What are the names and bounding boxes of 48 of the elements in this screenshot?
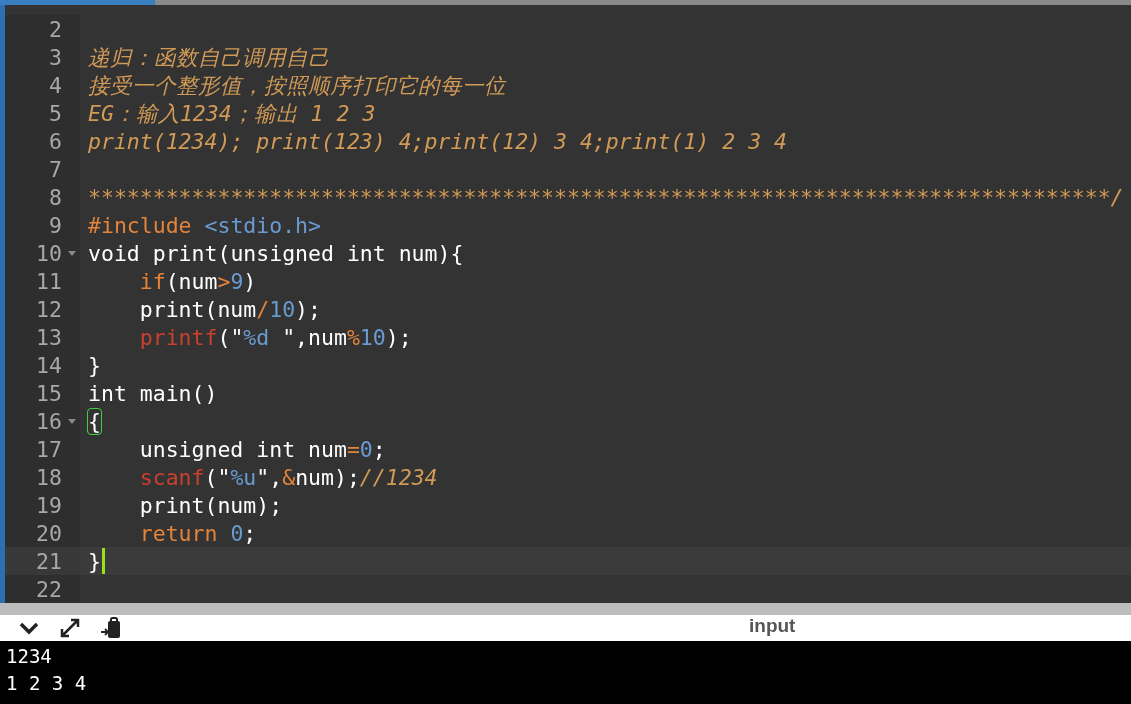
line-number: 8	[49, 184, 62, 210]
line-number: 13	[36, 324, 62, 350]
line-number: 17	[36, 436, 62, 462]
chevron-down-icon[interactable]	[18, 621, 40, 635]
line-number: 4	[49, 72, 62, 98]
line-number: 5	[49, 100, 62, 126]
code-line: *******************************************************************************/	[88, 184, 1124, 210]
code-line: void print(unsigned int num){	[88, 240, 464, 266]
text-cursor	[101, 548, 105, 574]
code-line: print(1234); print(123) 4;print(12) 3 4;print(1) 2 3 4	[88, 128, 787, 154]
panel-title: input	[749, 615, 796, 637]
line-number: 11	[36, 268, 62, 294]
line-number: 9	[49, 212, 62, 238]
line-number: 7	[49, 156, 62, 182]
code-line: unsigned int num=0;	[139, 436, 386, 462]
line-number: 2	[49, 16, 62, 42]
code-line: 递归：函数自己调用自己	[88, 43, 330, 72]
console-output-line: 1234	[6, 644, 52, 669]
fold-arrow-icon[interactable]	[68, 251, 76, 256]
code-line: 接受一个整形值，按照顺序打印它的每一位	[88, 71, 506, 100]
code-line: #include <stdio.h>	[88, 212, 321, 238]
fold-arrow-icon[interactable]	[68, 419, 76, 424]
line-number: 22	[36, 576, 62, 602]
line-number: 10	[36, 240, 62, 266]
line-number: 20	[36, 520, 62, 546]
line-number: 15	[36, 380, 62, 406]
line-number: 12	[36, 296, 62, 322]
code-line: printf("%d ",num%10);	[139, 324, 412, 350]
line-number: 19	[36, 492, 62, 518]
code-line: print(num);	[139, 492, 283, 518]
code-line: if(num>9)	[139, 268, 257, 294]
code-line: int main()	[88, 380, 218, 406]
code-line: scanf("%u",&num);//1234	[139, 464, 438, 490]
code-line: print(num/10);	[139, 296, 321, 322]
console-output-line: 1 2 3 4	[6, 671, 87, 696]
code-line: {	[88, 408, 101, 434]
line-number: 14	[36, 352, 62, 378]
clipboard-icon[interactable]	[100, 616, 122, 640]
code-line: }	[88, 352, 101, 378]
line-number: 16	[36, 408, 62, 434]
code-line: }	[88, 548, 101, 574]
code-line: EG：输入1234；输出 1 2 3	[88, 99, 376, 128]
line-number: 6	[49, 128, 62, 154]
code-line: return 0;	[139, 520, 257, 546]
line-number: 18	[36, 464, 62, 490]
line-number: 21	[36, 548, 62, 574]
expand-icon[interactable]	[58, 616, 82, 640]
line-number: 3	[49, 44, 62, 70]
